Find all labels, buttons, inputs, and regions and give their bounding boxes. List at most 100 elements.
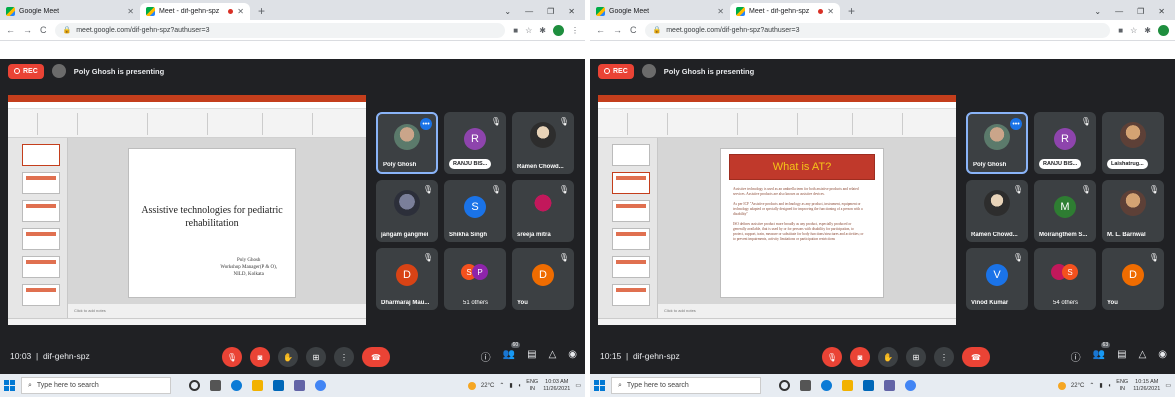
participant-tile[interactable]: M 🎙 Moirangthem S... [1034,180,1096,242]
weather-temp[interactable]: 22°C [481,383,494,389]
slide-thumbnail[interactable] [612,144,650,166]
weather-temp[interactable]: 22°C [1071,383,1084,389]
slide-thumbnail[interactable] [612,284,650,306]
leave-call-button[interactable]: ☎ [362,347,390,367]
back-icon[interactable]: ← [596,25,605,35]
extensions-icon[interactable]: ✱ [1144,26,1151,35]
participant-tile[interactable]: ••• Poly Ghosh [376,112,438,174]
chevron-down-icon[interactable]: ⌄ [1094,3,1101,20]
slide-thumbnail[interactable] [22,256,60,278]
slide-thumbnail[interactable] [22,200,60,222]
more-options-button[interactable]: ⋮ [334,347,354,367]
tab-google-meet[interactable]: Google Meet ✕ [590,3,730,20]
close-icon[interactable]: ✕ [127,7,134,16]
slide-thumbnail[interactable] [612,256,650,278]
camera-icon[interactable]: ■ [1118,26,1123,35]
presentation-stage[interactable]: Assistive technologies for pediatric reh… [8,95,366,325]
raise-hand-button[interactable]: ✋ [878,347,898,367]
input-language[interactable]: ENG IN [526,379,538,393]
input-language[interactable]: ENG IN [1116,379,1128,393]
new-tab-button[interactable]: + [840,3,863,20]
host-controls-icon[interactable]: ◉ [568,349,577,364]
file-explorer-icon[interactable] [252,380,263,391]
notification-icon[interactable]: ▭ [575,382,581,389]
star-icon[interactable]: ☆ [525,26,532,35]
participant-tile[interactable]: 🎙 Ramen Chowd... [512,112,574,174]
camera-toggle-button[interactable]: ◙ [250,347,270,367]
volume-icon[interactable]: ◖ [1108,383,1112,389]
store-icon[interactable] [863,380,874,391]
leave-call-button[interactable]: ☎ [962,347,990,367]
chrome-icon[interactable] [905,380,916,391]
present-button[interactable]: ⊞ [906,347,926,367]
present-button[interactable]: ⊞ [306,347,326,367]
info-icon[interactable]: ⓘ [481,349,491,364]
file-explorer-icon[interactable] [842,380,853,391]
close-icon[interactable]: ✕ [827,7,834,16]
back-icon[interactable]: ← [6,25,15,35]
avatar[interactable] [553,24,564,36]
notification-icon[interactable]: ▭ [1165,382,1171,389]
star-icon[interactable]: ☆ [1130,26,1137,35]
activities-icon[interactable]: △ [549,349,557,364]
others-tile[interactable]: S 54 others [1034,248,1096,310]
cortana-icon[interactable] [779,380,790,391]
network-icon[interactable]: ▮ [509,382,512,389]
notes-pane[interactable]: Click to add notes [68,304,366,318]
people-button[interactable]: 👥 60 [503,342,521,364]
participant-tile[interactable]: 🎙 jangam gangmei [376,180,438,242]
presentation-stage[interactable]: What is AT? Assistive technology is used… [598,95,956,325]
more-options-icon[interactable]: ••• [420,118,432,130]
close-icon[interactable]: ✕ [568,3,575,20]
self-tile[interactable]: D 🎙 You [512,248,574,310]
taskbar-clock[interactable]: 10:03 AM 11/26/2021 [543,379,570,393]
menu-icon[interactable]: ⋮ [571,26,579,35]
slide-thumbnail[interactable] [612,172,650,194]
chat-icon[interactable]: ▤ [527,349,536,364]
participant-tile[interactable]: V 🎙 Vinod Kumar [966,248,1028,310]
mic-toggle-button[interactable]: 🎙 [822,347,842,367]
more-options-icon[interactable]: ••• [1010,118,1022,130]
taskbar-clock[interactable]: 10:15 AM 11/26/2021 [1133,379,1160,393]
slide-thumbnail[interactable] [612,228,650,250]
participant-tile[interactable]: 🎙 Ramen Chowd... [966,180,1028,242]
tray-chevron-icon[interactable]: ⌃ [499,382,504,389]
tray-chevron-icon[interactable]: ⌃ [1089,382,1094,389]
windows-start-icon[interactable] [4,380,15,391]
more-options-button[interactable]: ⋮ [934,347,954,367]
camera-icon[interactable]: ■ [513,26,518,35]
tab-meet-call[interactable]: Meet - dif-gehn-spz ✕ [140,3,250,20]
chrome-icon[interactable] [315,380,326,391]
participant-tile[interactable]: 🎙 sreeja mitra [512,180,574,242]
cortana-icon[interactable] [189,380,200,391]
tab-meet-call[interactable]: Meet - dif-gehn-spz ✕ [730,3,840,20]
participant-tile[interactable]: 🎙 M. L. Barnwal [1102,180,1164,242]
slide-thumbnail[interactable] [22,228,60,250]
network-icon[interactable]: ▮ [1099,382,1102,389]
taskbar-search-input[interactable]: ⌕ Type here to search [21,377,171,394]
participant-tile[interactable]: R 🎙 RANJU BIS... [1034,112,1096,174]
self-tile[interactable]: D 🎙 You [1102,248,1164,310]
host-controls-icon[interactable]: ◉ [1158,349,1167,364]
minimize-icon[interactable]: — [1115,3,1123,20]
people-button[interactable]: 👥 63 [1093,342,1111,364]
task-view-icon[interactable] [800,380,811,391]
url-input[interactable]: 🔒 meet.google.com/dif-gehn-spz?authuser=… [54,22,506,38]
restore-icon[interactable]: ❐ [1137,3,1144,20]
teams-icon[interactable] [294,380,305,391]
close-icon[interactable]: ✕ [237,7,244,16]
task-view-icon[interactable] [210,380,221,391]
participant-tile[interactable]: R 🎙 RANJU BIS... [444,112,506,174]
mic-toggle-button[interactable]: 🎙 [222,347,242,367]
extensions-icon[interactable]: ✱ [539,26,546,35]
info-icon[interactable]: ⓘ [1071,349,1081,364]
slide-thumbnail[interactable] [22,284,60,306]
participant-tile[interactable]: S 🎙 Shikha Singh [444,180,506,242]
reload-icon[interactable]: C [630,25,637,35]
participant-tile[interactable]: D 🎙 Dharmaraj Mau... [376,248,438,310]
notes-pane[interactable]: Click to add notes [658,304,956,318]
close-icon[interactable]: ✕ [717,7,724,16]
avatar[interactable] [1158,24,1169,36]
url-input[interactable]: 🔒 meet.google.com/dif-gehn-spz?authuser=… [644,22,1111,38]
forward-icon[interactable]: → [23,25,32,35]
